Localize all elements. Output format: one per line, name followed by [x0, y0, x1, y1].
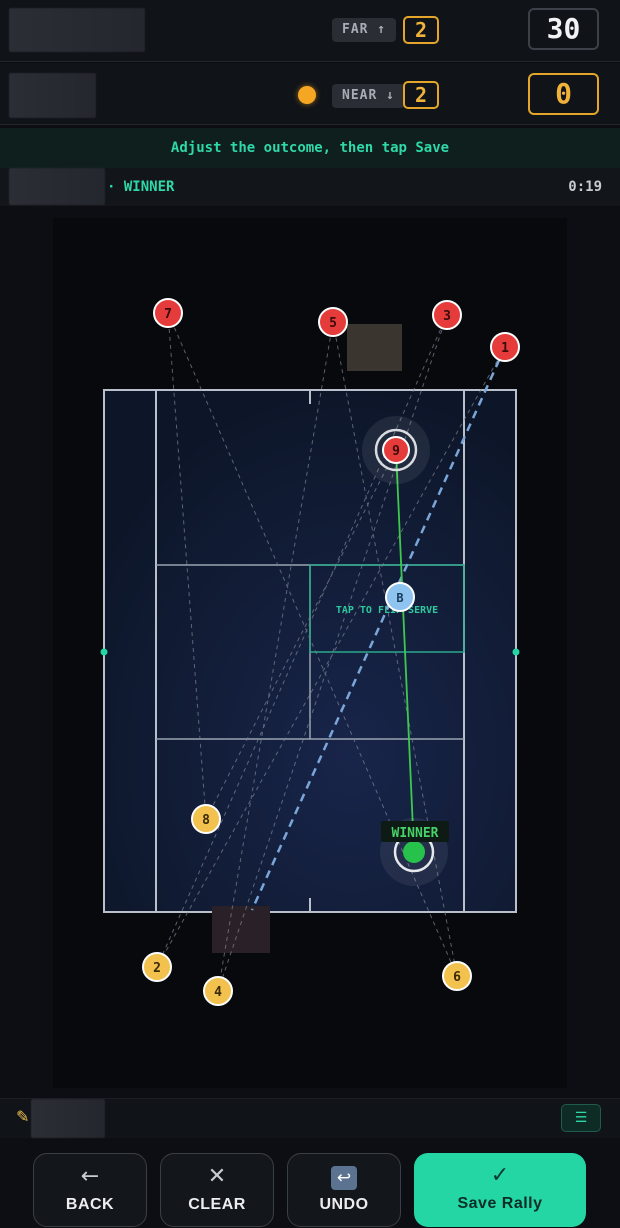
- back-label: BACK: [65, 1196, 115, 1213]
- shot-number: 3: [443, 309, 451, 324]
- shot-marker-6[interactable]: 6: [442, 961, 472, 991]
- strip-player-redacted: [31, 1099, 105, 1138]
- sliders-icon: ☰: [574, 1110, 588, 1126]
- shot-number: 5: [329, 316, 337, 331]
- shot-marker-7[interactable]: 7: [153, 298, 183, 328]
- racket-icon: ✎: [16, 1107, 30, 1126]
- shot-marker-1[interactable]: 1: [490, 332, 520, 362]
- shot-number: 2: [153, 961, 161, 976]
- save-label: Save Rally: [457, 1195, 543, 1212]
- shot-number: 4: [214, 985, 222, 1000]
- ball-marker-label: B: [396, 591, 403, 605]
- court-diagram[interactable]: 1 2 3 4 5 6 7 8 9 TAP TO FLIP SERVE B WI…: [0, 0, 620, 1228]
- far-player-redacted: [347, 324, 402, 371]
- shot-number: 6: [453, 970, 461, 985]
- player-strip: ✎ ☰: [0, 1098, 620, 1138]
- shot-marker-4[interactable]: 4: [203, 976, 233, 1006]
- arrow-left-icon: ←: [80, 1164, 100, 1189]
- shot-number: 7: [164, 307, 172, 322]
- winner-label: WINNER: [392, 826, 439, 841]
- undo-icon: ↩: [331, 1166, 357, 1190]
- check-icon: ✓: [490, 1163, 510, 1188]
- clear-button[interactable]: ✕ CLEAR: [160, 1153, 274, 1227]
- serve-hint-text: TAP TO FLIP SERVE: [336, 605, 438, 616]
- undo-label: UNDO: [319, 1196, 369, 1213]
- shot-number: 9: [392, 444, 400, 459]
- bottom-toolbar: ← BACK ✕ CLEAR ↩ UNDO ✓ Save Rally: [0, 1140, 620, 1228]
- settings-button[interactable]: ☰: [561, 1104, 601, 1132]
- close-icon: ✕: [207, 1164, 227, 1189]
- rally-editor-screen: FAR ↑ 2 30 NEAR ↓ 2 0 Adjust the outcome…: [0, 0, 620, 1228]
- undo-button[interactable]: ↩ UNDO: [287, 1153, 401, 1227]
- clear-label: CLEAR: [188, 1196, 246, 1213]
- save-rally-button[interactable]: ✓ Save Rally: [414, 1153, 586, 1227]
- shot-number: 1: [501, 341, 509, 356]
- shot-marker-9[interactable]: 9: [382, 436, 410, 464]
- shot-marker-3[interactable]: 3: [432, 300, 462, 330]
- near-player-redacted: [212, 906, 270, 953]
- shot-marker-5[interactable]: 5: [318, 307, 348, 337]
- shot-marker-8[interactable]: 8: [191, 804, 221, 834]
- back-button[interactable]: ← BACK: [33, 1153, 147, 1227]
- net-post-left: [100, 648, 108, 656]
- shot-number: 8: [202, 813, 210, 828]
- net-post-right: [512, 648, 520, 656]
- shot-marker-2[interactable]: 2: [142, 952, 172, 982]
